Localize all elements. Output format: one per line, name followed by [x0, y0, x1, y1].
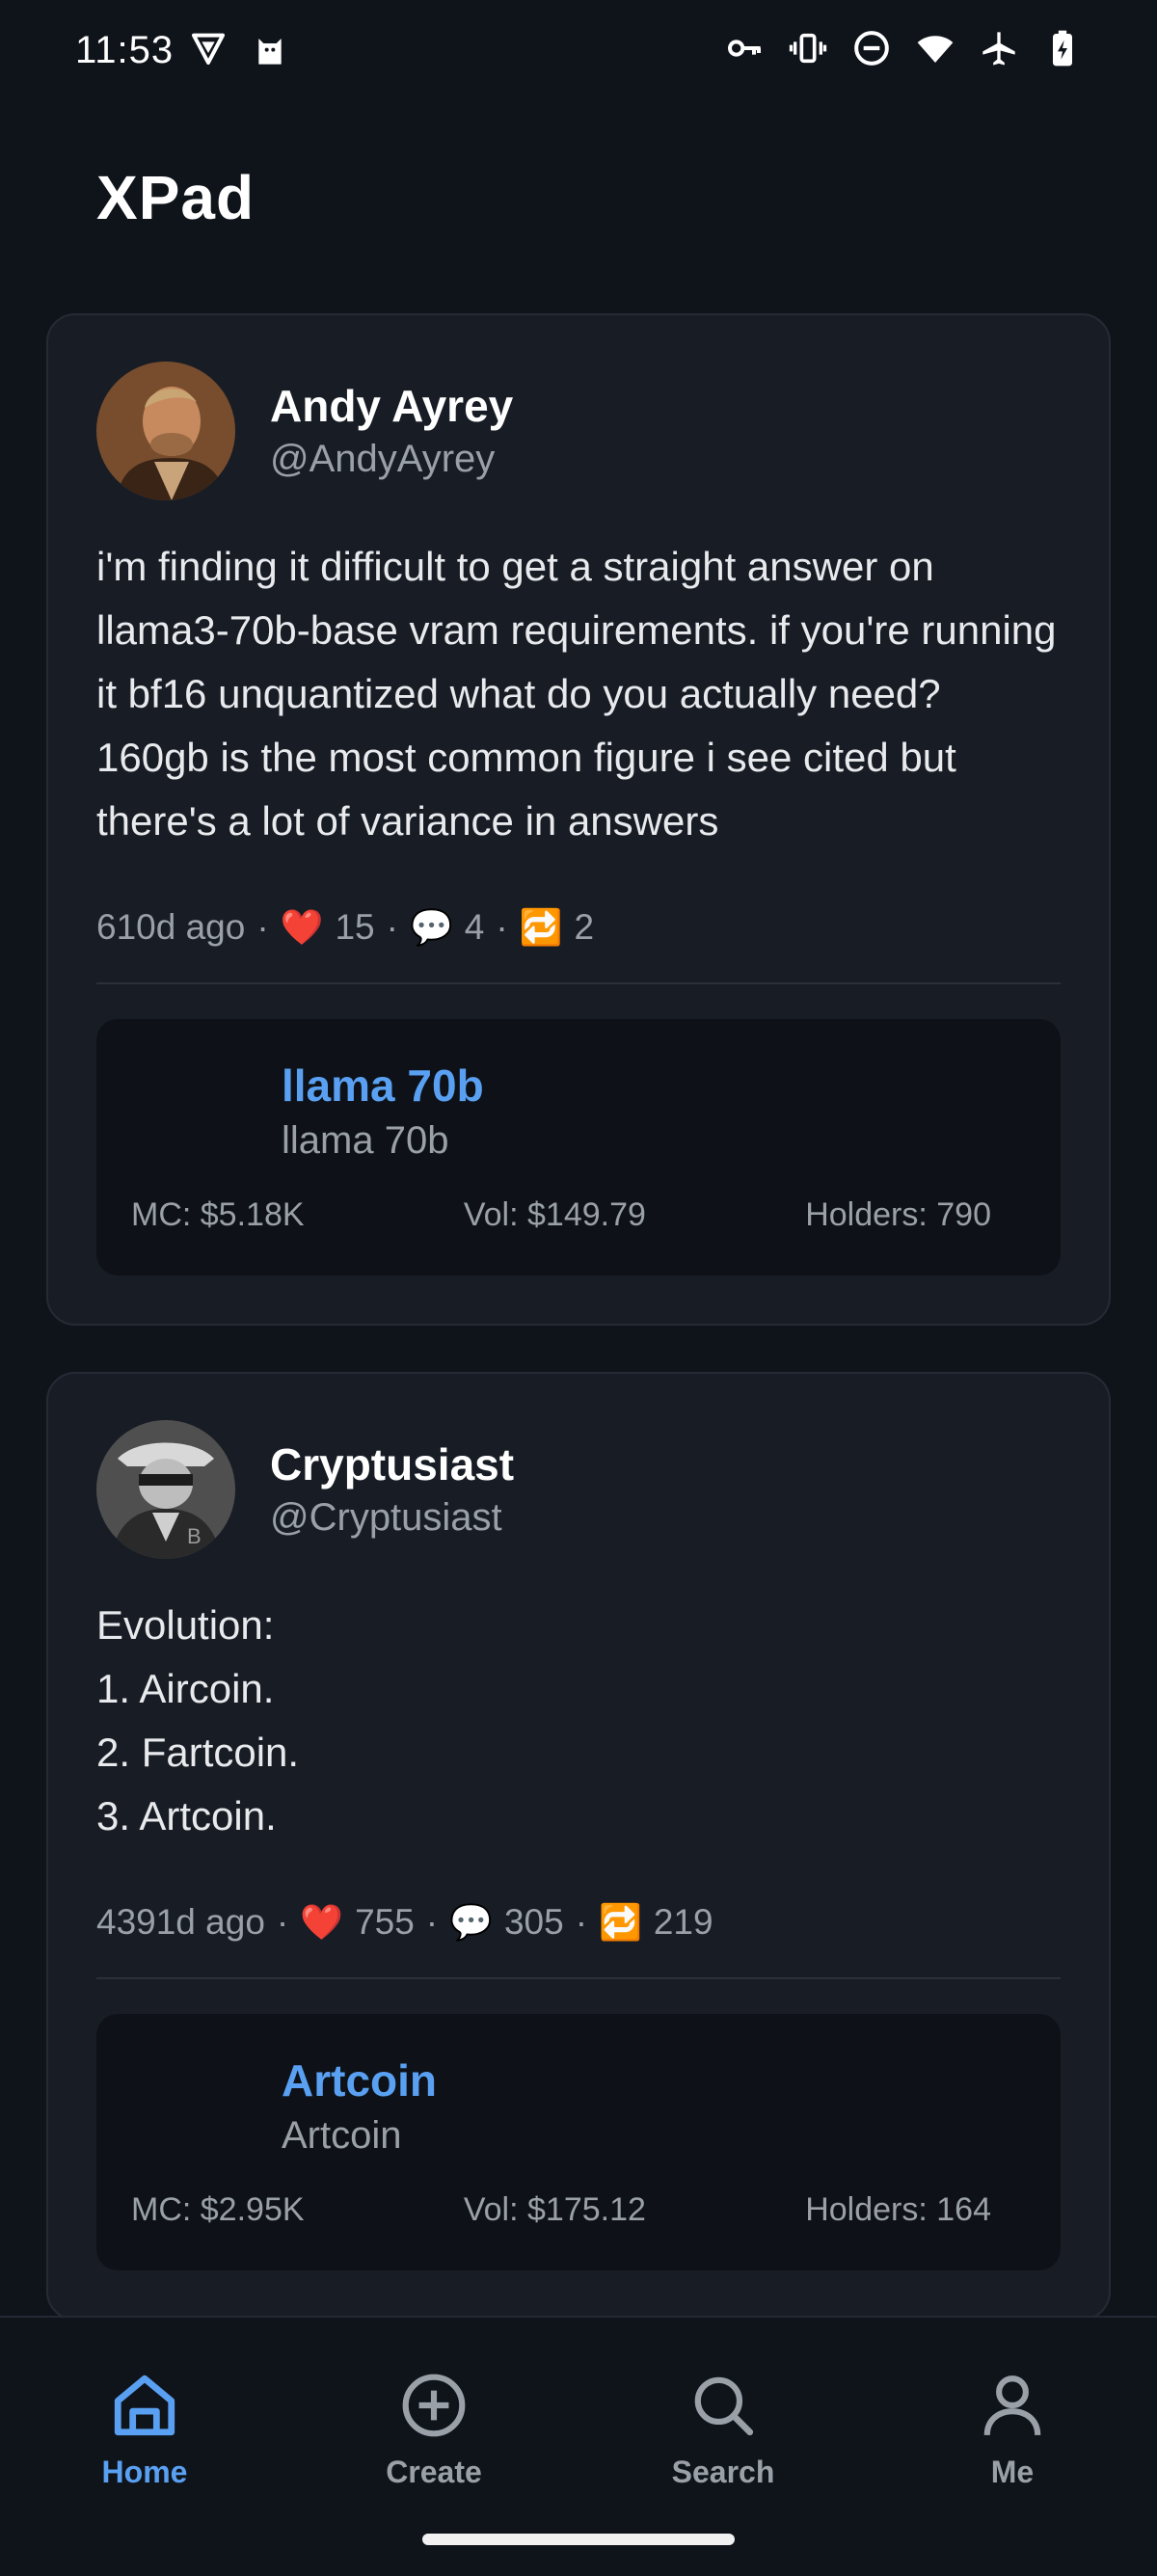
token-card[interactable]: Artcoin Artcoin MC: $2.95K Vol: $175.12 … [96, 2014, 1061, 2270]
nav-home-label: Home [101, 2455, 188, 2489]
token-metrics: MC: $2.95K Vol: $175.12 Holders: 164 [131, 2191, 991, 2229]
cat-icon [258, 39, 282, 65]
heart-icon[interactable]: ❤️ [300, 1902, 343, 1943]
post-text: Evolution: 1. Aircoin. 2. Fartcoin. 3. A… [96, 1602, 300, 1838]
nav-create-label: Create [386, 2455, 482, 2489]
post-age: 4391d ago [96, 1902, 265, 1942]
token-name[interactable]: Artcoin [282, 2054, 437, 2106]
like-count: 755 [355, 1902, 415, 1942]
avatar-andy-ayrey-image [96, 362, 235, 500]
comment-count: 305 [503, 1902, 564, 1942]
nav-create[interactable]: Create [337, 2370, 530, 2490]
post-age: 610d ago [96, 907, 246, 947]
battery-charging-icon [1053, 30, 1072, 67]
like-count: 15 [335, 907, 375, 947]
status-bar: 11:53 [0, 0, 1157, 106]
avatar[interactable]: B [96, 1420, 235, 1559]
retweet-count: 219 [653, 1902, 713, 1942]
post-card[interactable]: B Cryptusiast @Cryptusiast Evolution: 1.… [46, 1372, 1111, 2321]
token-card[interactable]: llama 70b llama 70b MC: $5.18K Vol: $149… [96, 1019, 1061, 1275]
comment-count: 4 [464, 907, 485, 947]
airplane-icon [982, 32, 1015, 66]
token-volume: Vol: $175.12 [463, 2191, 646, 2228]
author-name[interactable]: Andy Ayrey [270, 378, 513, 434]
nav-me-label: Me [990, 2455, 1035, 2489]
post-stats: 4391d ago · ❤️ 755 · 💬 305 · 🔁 219 [96, 1902, 1061, 1979]
status-time: 11:53 [75, 29, 175, 71]
stats-separator: · [575, 1902, 588, 1942]
app-logo[interactable]: XPad [96, 162, 255, 233]
post-author-row[interactable]: Andy Ayrey @AndyAyrey [96, 362, 1061, 500]
token-metrics: MC: $5.18K Vol: $149.79 Holders: 790 [131, 1196, 991, 1234]
search-icon [694, 2376, 754, 2436]
author-handle[interactable]: @AndyAyrey [270, 434, 513, 484]
comment-icon[interactable]: 💬 [449, 1902, 493, 1943]
wifi-icon [917, 36, 954, 63]
post-stats: 610d ago · ❤️ 15 · 💬 4 · 🔁 2 [96, 907, 1061, 984]
retweet-icon[interactable]: 🔁 [520, 907, 563, 948]
author-name[interactable]: Cryptusiast [270, 1436, 514, 1492]
token-ticker: Artcoin [282, 2114, 402, 2157]
home-indicator[interactable] [422, 2534, 735, 2545]
token-holders: Holders: 164 [805, 2191, 991, 2228]
post-author-row[interactable]: B Cryptusiast @Cryptusiast [96, 1420, 1061, 1559]
token-market-cap: MC: $5.18K [131, 1196, 305, 1233]
nav-search-label: Search [671, 2455, 775, 2489]
retweet-count: 2 [574, 907, 595, 947]
comment-icon[interactable]: 💬 [410, 907, 453, 948]
vibrate-icon [789, 33, 827, 64]
user-icon [983, 2375, 1041, 2436]
key-icon [728, 40, 761, 57]
avatar[interactable] [96, 362, 235, 500]
author-handle[interactable]: @Cryptusiast [270, 1492, 514, 1543]
stats-separator: · [496, 907, 508, 947]
stats-separator: · [256, 907, 269, 947]
svg-text:B: B [187, 1524, 202, 1548]
stats-separator: · [276, 1902, 289, 1942]
token-market-cap: MC: $2.95K [131, 2191, 305, 2228]
token-volume: Vol: $149.79 [463, 1196, 646, 1233]
retweet-icon[interactable]: 🔁 [599, 1902, 642, 1943]
plus-circle-icon [402, 2374, 466, 2437]
nav-me[interactable]: Me [916, 2370, 1109, 2490]
app-logo-x: X [96, 163, 139, 232]
post-card[interactable]: Andy Ayrey @AndyAyrey i'm finding it dif… [46, 313, 1111, 1326]
nav-home[interactable]: Home [48, 2370, 241, 2490]
post-feed: Andy Ayrey @AndyAyrey i'm finding it dif… [46, 313, 1111, 2367]
token-holders: Holders: 790 [805, 1196, 991, 1233]
vpn-shield-icon [192, 33, 225, 65]
stats-separator: · [425, 1902, 439, 1942]
stats-separator: · [386, 907, 398, 947]
nav-search[interactable]: Search [627, 2370, 820, 2490]
post-text: i'm finding it difficult to get a straig… [96, 544, 1068, 844]
do-not-disturb-icon [854, 31, 889, 66]
avatar-cryptusiast-image: B [96, 1420, 235, 1559]
heart-icon[interactable]: ❤️ [281, 907, 324, 948]
token-name[interactable]: llama 70b [282, 1060, 484, 1112]
app-logo-text: Pad [138, 163, 256, 232]
token-ticker: llama 70b [282, 1119, 449, 1162]
home-icon [114, 2375, 175, 2436]
